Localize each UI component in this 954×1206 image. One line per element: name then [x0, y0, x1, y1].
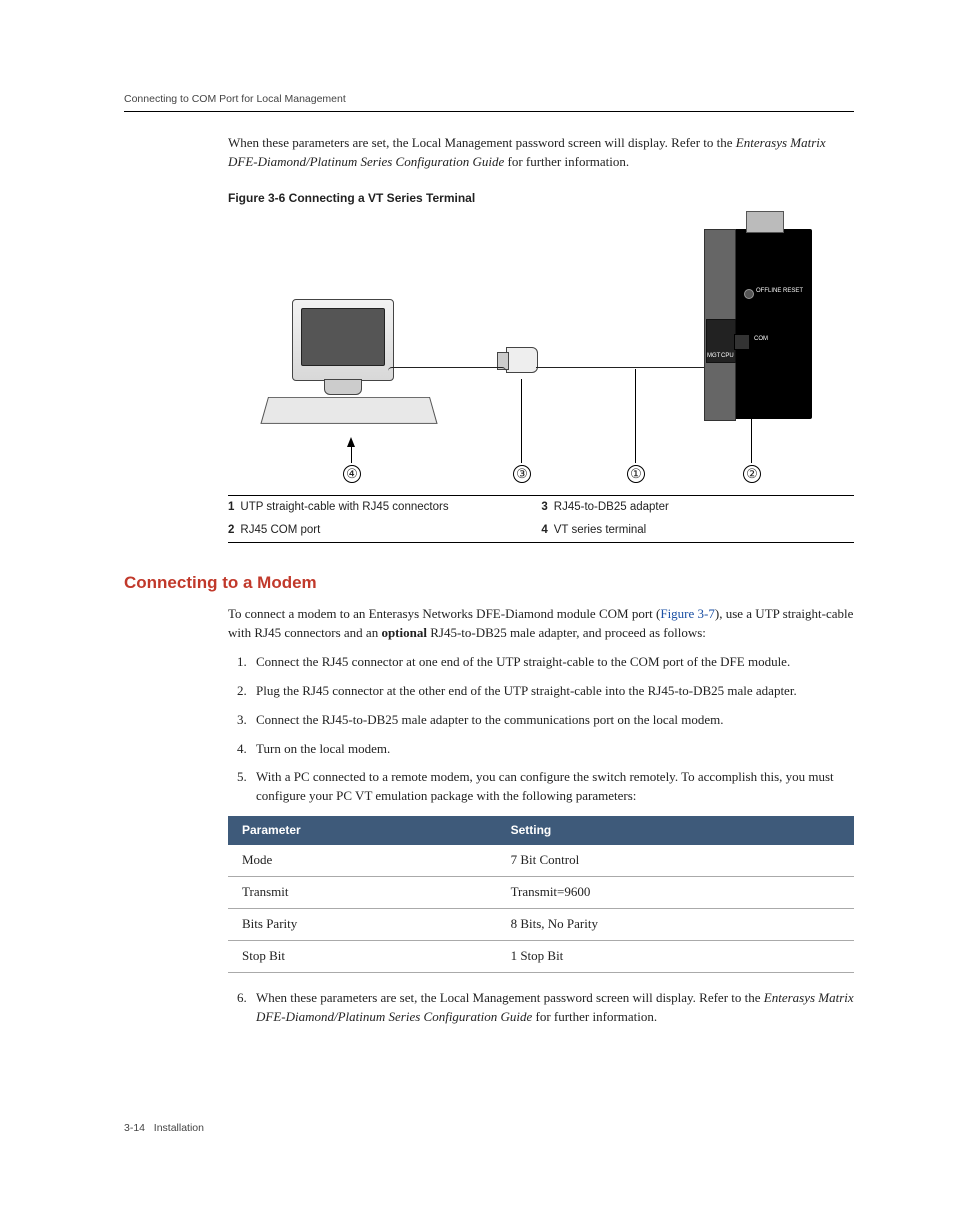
module-mgmt-label: MGT [707, 352, 720, 361]
pointer-line-2-icon [751, 349, 752, 463]
cable-segment-1-icon [388, 367, 506, 398]
module-tab-icon [746, 211, 784, 233]
table-row: Bits Parity 8 Bits, No Parity [228, 909, 854, 941]
page-number: 3-14 [124, 1122, 145, 1134]
module-reset-label: OFFLINE RESET [756, 287, 803, 296]
cell-setting-2: 8 Bits, No Parity [497, 909, 854, 941]
db25-adapter-icon [506, 347, 538, 373]
section-intro-post: RJ45-to-DB25 male adapter, and proceed a… [427, 625, 706, 640]
legend-text-3: RJ45-to-DB25 adapter [554, 496, 854, 519]
legend-n-2: 2 [228, 519, 240, 542]
step-1: Connect the RJ45 connector at one end of… [250, 653, 854, 672]
cell-param-3: Stop Bit [228, 940, 497, 972]
module-cpu-label: CPU [721, 352, 734, 361]
page: Connecting to COM Port for Local Managem… [0, 0, 954, 1206]
pointer-line-4-icon [351, 447, 352, 463]
pointer-line-1-icon [635, 369, 636, 463]
callout-3: ③ [513, 465, 531, 483]
intro-text-1: When these parameters are set, the Local… [228, 135, 736, 150]
legend-n-1: 1 [228, 496, 240, 519]
module-com-label: COM [754, 335, 768, 344]
vt-terminal-icon [268, 299, 438, 429]
intro-paragraph: When these parameters are set, the Local… [228, 134, 854, 172]
callout-4: ④ [343, 465, 361, 483]
figure-3-6: OFFLINE RESET COM MGT CPU ④ ③ ① ② [228, 219, 854, 489]
callout-1: ① [627, 465, 645, 483]
step-6: When these parameters are set, the Local… [250, 989, 854, 1027]
module-com-port-icon [734, 334, 750, 350]
legend-text-1: UTP straight-cable with RJ45 connectors [240, 496, 541, 519]
cell-setting-3: 1 Stop Bit [497, 940, 854, 972]
legend-n-4: 4 [541, 519, 553, 542]
legend-text-4: VT series terminal [554, 519, 854, 542]
table-row: Mode 7 Bit Control [228, 845, 854, 876]
step-6-pre: When these parameters are set, the Local… [256, 990, 764, 1005]
step-6-post: for further information. [532, 1009, 657, 1024]
pointer-line-3-icon [521, 379, 522, 463]
table-row: Stop Bit 1 Stop Bit [228, 940, 854, 972]
section-intro-bold: optional [381, 625, 427, 640]
step-4: Turn on the local modem. [250, 740, 854, 759]
section-intro: To connect a modem to an Enterasys Netwo… [228, 605, 854, 643]
parameter-table: Parameter Setting Mode 7 Bit Control Tra… [228, 816, 854, 973]
th-parameter: Parameter [228, 816, 497, 845]
cell-param-1: Transmit [228, 877, 497, 909]
table-row: Transmit Transmit=9600 [228, 877, 854, 909]
keyboard-icon [260, 397, 437, 424]
cell-param-2: Bits Parity [228, 909, 497, 941]
monitor-stand-icon [324, 379, 362, 395]
figure-link[interactable]: Figure 3-7 [660, 606, 715, 621]
chapter-name: Installation [154, 1122, 204, 1134]
pointer-arrow-4-icon [347, 437, 355, 447]
content-column: When these parameters are set, the Local… [228, 134, 854, 1026]
step-2: Plug the RJ45 connector at the other end… [250, 682, 854, 701]
figure-legend: 1 UTP straight-cable with RJ45 connector… [228, 495, 854, 542]
legend-text-2: RJ45 COM port [240, 519, 541, 542]
module-chassis-icon [724, 229, 812, 419]
running-header: Connecting to COM Port for Local Managem… [124, 92, 854, 112]
cell-setting-0: 7 Bit Control [497, 845, 854, 876]
page-footer: 3-14 Installation [124, 1121, 204, 1136]
legend-n-3: 3 [541, 496, 553, 519]
step-5: With a PC connected to a remote modem, y… [250, 768, 854, 806]
intro-text-2: for further information. [504, 154, 629, 169]
steps-list-cont: When these parameters are set, the Local… [228, 989, 854, 1027]
step-3: Connect the RJ45-to-DB25 male adapter to… [250, 711, 854, 730]
cell-param-0: Mode [228, 845, 497, 876]
dfe-module-icon: OFFLINE RESET COM MGT CPU [704, 219, 814, 429]
section-heading: Connecting to a Modem [124, 571, 854, 596]
callout-2: ② [743, 465, 761, 483]
table-header-row: Parameter Setting [228, 816, 854, 845]
steps-list: Connect the RJ45 connector at one end of… [228, 653, 854, 806]
monitor-icon [292, 299, 394, 381]
cell-setting-1: Transmit=9600 [497, 877, 854, 909]
th-setting: Setting [497, 816, 854, 845]
figure-caption: Figure 3-6 Connecting a VT Series Termin… [228, 190, 854, 207]
section-intro-pre: To connect a modem to an Enterasys Netwo… [228, 606, 660, 621]
